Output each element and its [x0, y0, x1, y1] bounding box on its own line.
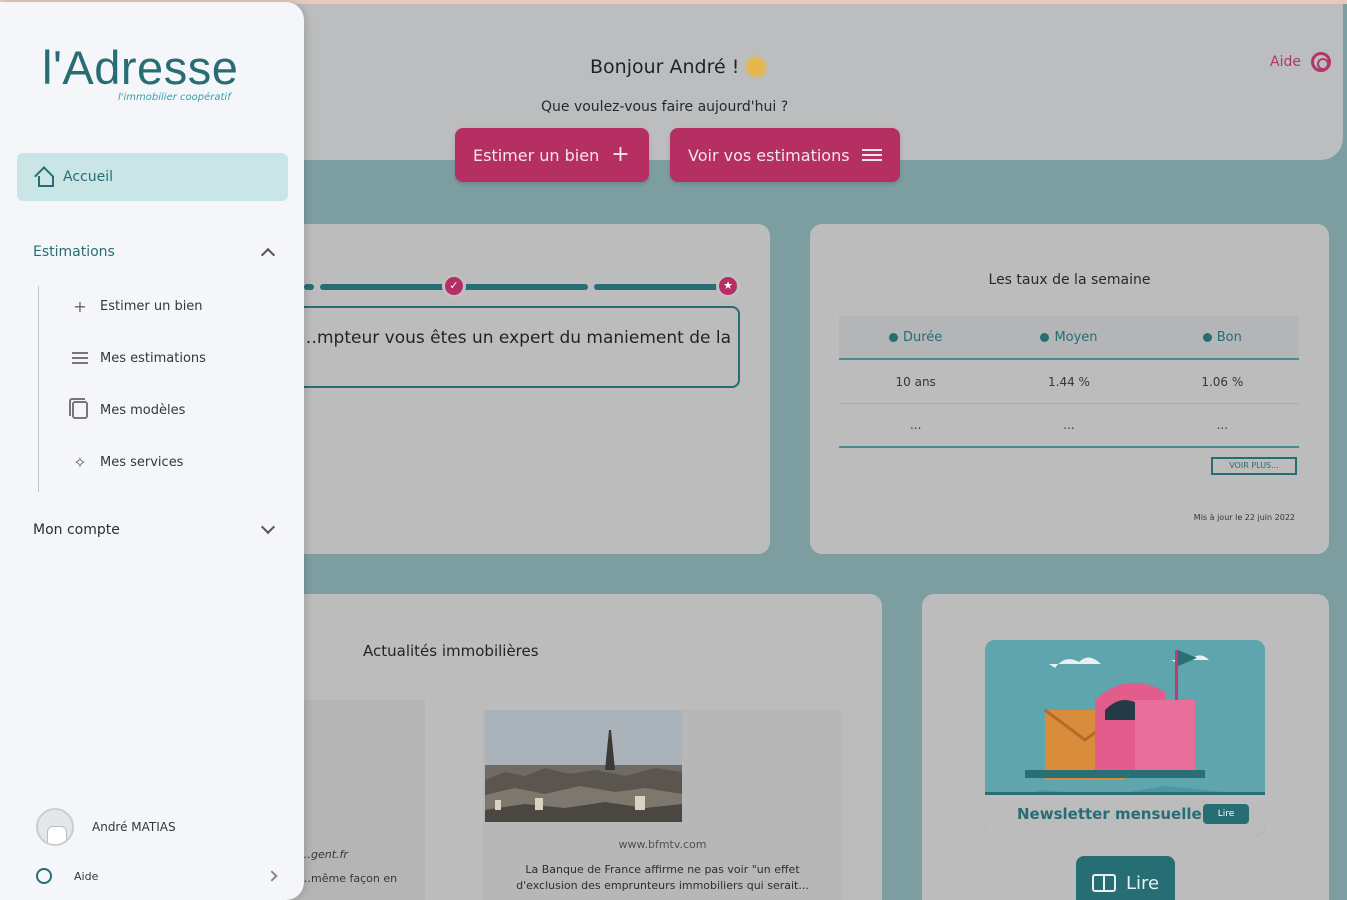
- col-bon: Bon: [1216, 329, 1242, 345]
- question-box[interactable]: …mpteur vous êtes un expert du maniement…: [260, 306, 740, 388]
- step-check-icon: ✓: [442, 274, 466, 298]
- sidebar-item-label: Mes modèles: [100, 402, 186, 418]
- view-button-label: Voir vos estimations: [688, 145, 850, 165]
- step-star-icon: ★: [716, 274, 740, 298]
- logo-text: l'Adresse: [42, 41, 239, 94]
- help-label: Aide: [74, 869, 99, 883]
- greeting: Bonjour André !: [590, 56, 766, 78]
- rates-header-cell: Bon: [1146, 330, 1299, 345]
- table-row: ... ... ...: [839, 404, 1299, 448]
- section-label: Estimations: [33, 244, 115, 260]
- news-article[interactable]: www.bfmtv.com La Banque de France affirm…: [483, 710, 842, 900]
- section-estimations-toggle[interactable]: Estimations: [33, 244, 276, 263]
- rates-updated: Mis à jour le 22 juin 2022: [1193, 513, 1295, 522]
- sidebar-item-estimer[interactable]: + Estimer un bien: [70, 296, 203, 316]
- sidebar-item-mes-estimations[interactable]: Mes estimations: [70, 348, 206, 368]
- greeting-text: Bonjour André !: [590, 56, 740, 78]
- clock-icon: [889, 332, 898, 342]
- avatar: [36, 808, 74, 846]
- newsletter-label: Newsletter mensuelle: [1017, 805, 1202, 823]
- sparkle-icon: [1040, 332, 1050, 342]
- table-cell: ...: [1063, 418, 1075, 432]
- col-moyen: Moyen: [1054, 329, 1098, 345]
- paris-image: [485, 710, 682, 822]
- list-icon: [861, 149, 882, 161]
- sidebar-item-mes-services[interactable]: ✧ Mes services: [70, 452, 183, 472]
- rates-title: Les taux de la semaine: [988, 272, 1151, 288]
- progress-segment: [304, 284, 314, 290]
- user-name: André MATIAS: [92, 820, 176, 834]
- home-icon: [35, 169, 54, 187]
- table-cell: 1.44 %: [1048, 374, 1090, 389]
- newsletter-pill: Lire: [1203, 804, 1249, 824]
- sidebar-item-label: Estimer un bien: [100, 298, 203, 314]
- diamond-icon: [1202, 332, 1212, 342]
- list-icon: [70, 348, 90, 368]
- rates-table: Durée Moyen Bon 10 ans 1.44 % 1.06 % ...…: [839, 316, 1299, 448]
- read-button-label: Lire: [1125, 872, 1160, 894]
- plus-icon: +: [73, 296, 87, 316]
- sun-icon: [747, 58, 766, 76]
- sidebar-item-mes-modeles[interactable]: Mes modèles: [69, 398, 186, 420]
- news-source: …gent.fr: [300, 848, 348, 861]
- table-cell: 10 ans: [895, 374, 936, 389]
- view-estimations-button[interactable]: Voir vos estimations: [670, 128, 900, 182]
- col-duree: Durée: [903, 329, 943, 345]
- table-cell: 1.06 %: [1201, 374, 1244, 389]
- chevron-right-icon: [266, 870, 278, 882]
- rates-header-cell: Moyen: [992, 330, 1145, 345]
- sidebar-item-label: Mes estimations: [100, 350, 206, 366]
- rates-card: Les taux de la semaine Durée Moyen Bon 1…: [810, 224, 1329, 554]
- section-compte-toggle[interactable]: Mon compte: [33, 519, 276, 538]
- greeting-subtitle: Que voulez-vous faire aujourd'hui ?: [541, 99, 789, 115]
- news-excerpt: La Banque de France affirme ne pas voir …: [516, 863, 809, 892]
- news-source: www.bfmtv.com: [618, 838, 707, 851]
- logo[interactable]: l'Adresse l'immobilier coopératif: [42, 40, 262, 120]
- copy-icon: [69, 398, 90, 420]
- sidebar-item-label: Accueil: [63, 169, 113, 185]
- table-cell: ...: [1216, 418, 1229, 432]
- plus-icon: +: [611, 142, 630, 167]
- table-row: 10 ans 1.44 % 1.06 %: [839, 360, 1299, 404]
- lifebuoy-icon: [1310, 52, 1331, 72]
- help-label: Aide: [1270, 54, 1301, 70]
- news-excerpt: …même façon en: [300, 872, 398, 885]
- help-link[interactable]: Aide: [1270, 52, 1331, 72]
- progress-segment: [594, 284, 718, 290]
- chevron-down-icon: [260, 519, 276, 535]
- section-label: Mon compte: [33, 522, 120, 538]
- see-more-button[interactable]: VOIR PLUS...: [1211, 457, 1297, 475]
- logo-tagline: l'immobilier coopératif: [118, 92, 231, 103]
- estimate-button-label: Estimer un bien: [473, 145, 600, 165]
- sidebar-help-link[interactable]: Aide: [36, 868, 278, 884]
- tree-line: [38, 286, 39, 492]
- sidebar: l'Adresse l'immobilier coopératif Accuei…: [0, 2, 304, 900]
- sidebar-item-accueil[interactable]: Accueil: [17, 153, 288, 201]
- news-title: Actualités immobilières: [363, 642, 539, 660]
- chevron-up-icon: [260, 247, 276, 263]
- read-newsletter-button[interactable]: Lire: [1076, 856, 1175, 900]
- sidebar-item-label: Mes services: [100, 454, 184, 470]
- book-icon: [1091, 874, 1116, 892]
- lifebuoy-icon: [36, 868, 52, 884]
- news-card: Actualités immobilières …gent.fr …même f…: [260, 594, 882, 900]
- question-text: …mpteur vous êtes un expert du maniement…: [300, 328, 732, 348]
- quiz-card: ✓ ★ …mpteur vous êtes un expert du manie…: [260, 224, 770, 554]
- user-profile[interactable]: André MATIAS: [36, 808, 176, 846]
- newsletter-card: Newsletter mensuelle Lire Lire: [922, 594, 1329, 900]
- rates-header-row: Durée Moyen Bon: [839, 316, 1299, 360]
- table-cell: ...: [909, 418, 922, 432]
- newsletter-bar: Newsletter mensuelle Lire: [985, 792, 1265, 836]
- rates-header-cell: Durée: [839, 330, 992, 345]
- estimate-property-button[interactable]: Estimer un bien +: [455, 128, 649, 182]
- magic-wand-icon: ✧: [73, 452, 87, 472]
